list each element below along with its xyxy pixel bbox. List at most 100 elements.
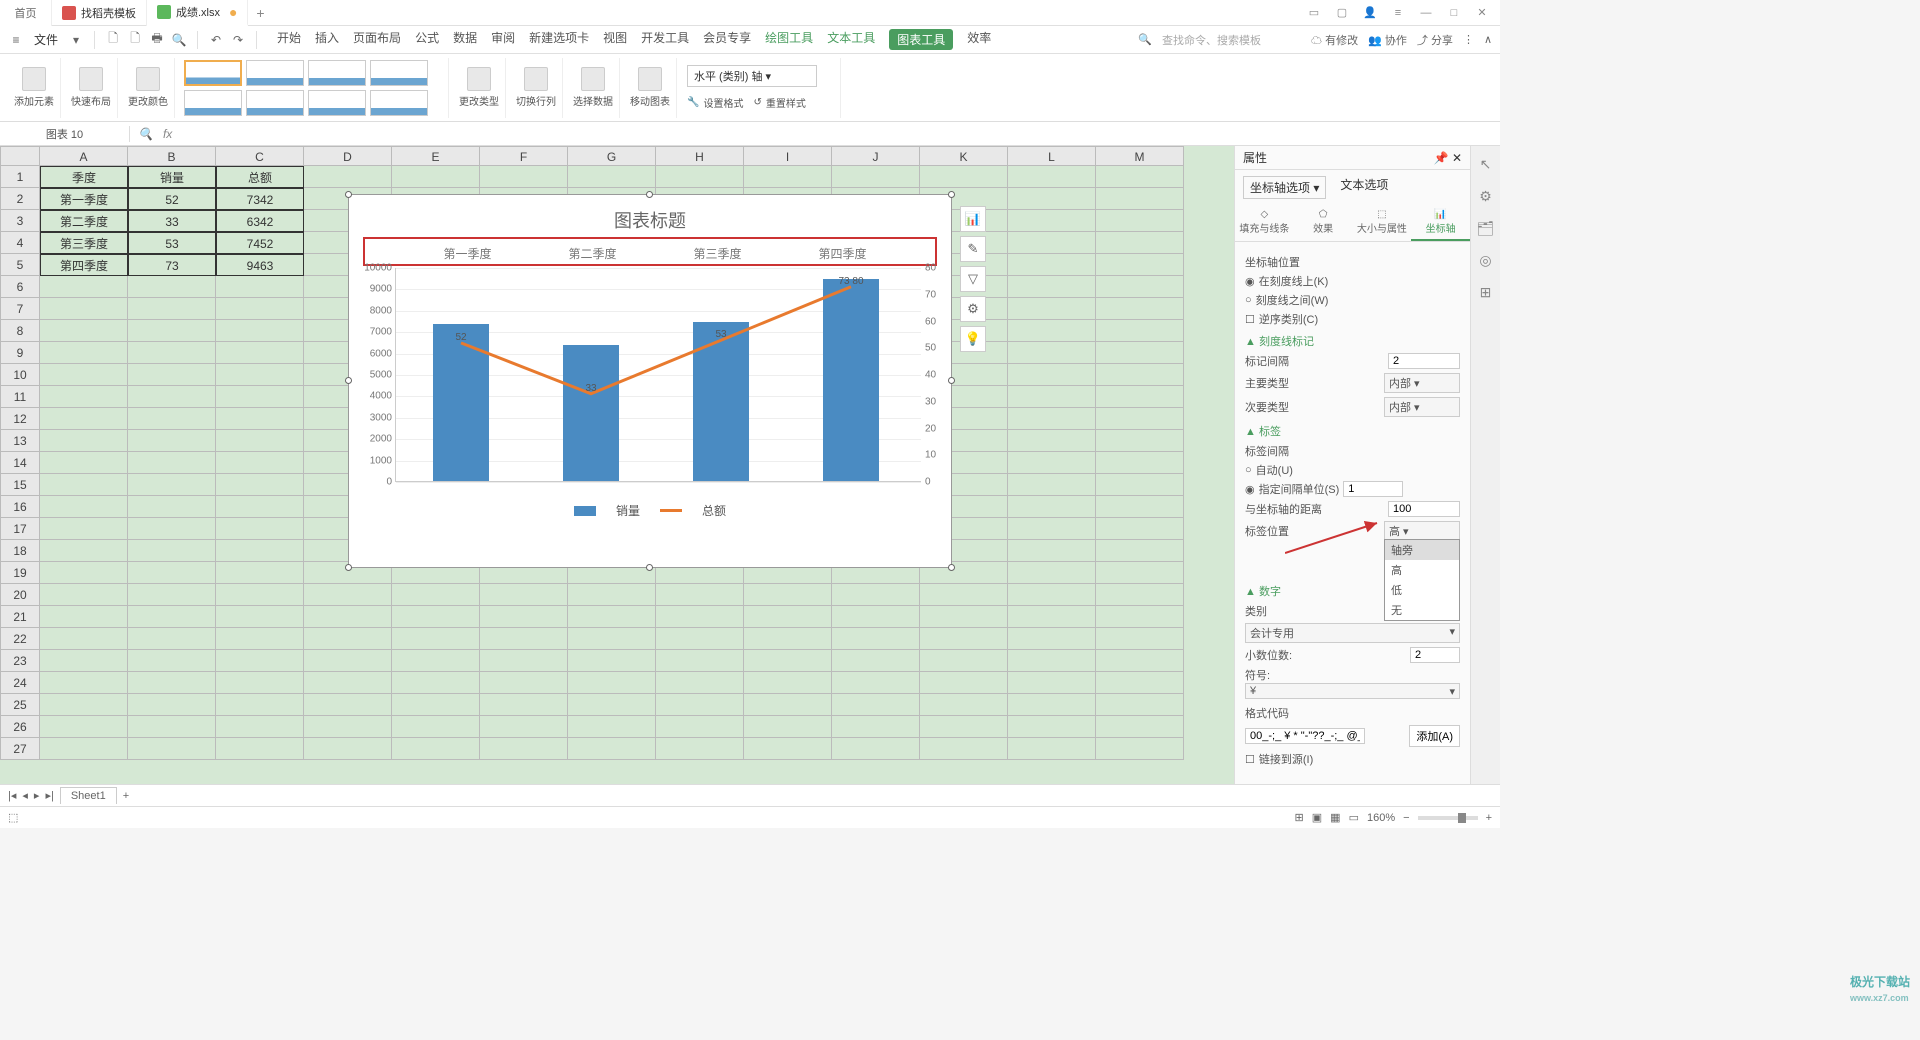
- plot-area[interactable]: 0100020003000400050006000700080009000100…: [395, 268, 921, 482]
- category-select[interactable]: 会计专用 ▾: [1245, 623, 1460, 643]
- search-icon[interactable]: 🔍: [1138, 33, 1152, 46]
- zoom-slider[interactable]: [1418, 816, 1478, 820]
- cell[interactable]: [1096, 298, 1184, 320]
- cell[interactable]: [40, 364, 128, 386]
- cell[interactable]: [656, 672, 744, 694]
- cell[interactable]: [128, 650, 216, 672]
- cell[interactable]: [480, 606, 568, 628]
- cell[interactable]: [304, 738, 392, 760]
- col-header[interactable]: F: [480, 146, 568, 166]
- cell[interactable]: [1096, 496, 1184, 518]
- cell[interactable]: [128, 342, 216, 364]
- row-header[interactable]: 10: [0, 364, 40, 386]
- tab-new[interactable]: 新建选项卡: [529, 29, 589, 50]
- label-pos-select[interactable]: 高 ▾: [1384, 521, 1460, 541]
- row-header[interactable]: 5: [0, 254, 40, 276]
- cell[interactable]: [304, 584, 392, 606]
- cell[interactable]: [480, 584, 568, 606]
- cell[interactable]: [1008, 518, 1096, 540]
- row-header[interactable]: 19: [0, 562, 40, 584]
- cell[interactable]: [1096, 166, 1184, 188]
- cell[interactable]: [656, 606, 744, 628]
- cell[interactable]: [216, 562, 304, 584]
- cell[interactable]: [128, 452, 216, 474]
- cell[interactable]: [832, 166, 920, 188]
- cell[interactable]: [392, 584, 480, 606]
- specify-input[interactable]: [1343, 481, 1403, 497]
- cell[interactable]: [40, 342, 128, 364]
- cell[interactable]: [40, 276, 128, 298]
- cell[interactable]: [1008, 672, 1096, 694]
- spreadsheet-grid[interactable]: ABCDEFGHIJKLM 12345678910111213141516171…: [0, 146, 1234, 784]
- cell[interactable]: [1096, 386, 1184, 408]
- cell[interactable]: [128, 716, 216, 738]
- tab-data[interactable]: 数据: [453, 29, 477, 50]
- cell[interactable]: [1096, 342, 1184, 364]
- cell[interactable]: 6342: [216, 210, 304, 232]
- select-icon[interactable]: ↖: [1476, 154, 1496, 174]
- row-header[interactable]: 9: [0, 342, 40, 364]
- cell[interactable]: [40, 672, 128, 694]
- cell[interactable]: [216, 606, 304, 628]
- cell[interactable]: [128, 606, 216, 628]
- cell[interactable]: [216, 342, 304, 364]
- col-header[interactable]: I: [744, 146, 832, 166]
- close-panel-icon[interactable]: ✕: [1452, 151, 1462, 165]
- quick-layout-group[interactable]: 快速布局: [65, 58, 118, 118]
- name-box[interactable]: 图表 10: [0, 126, 130, 142]
- row-header[interactable]: 11: [0, 386, 40, 408]
- fx-icon[interactable]: 🔍 fx: [130, 127, 180, 141]
- cell[interactable]: [128, 298, 216, 320]
- cell[interactable]: [40, 628, 128, 650]
- cell[interactable]: [480, 628, 568, 650]
- tab-review[interactable]: 审阅: [491, 29, 515, 50]
- row-header[interactable]: 13: [0, 430, 40, 452]
- cell[interactable]: [568, 650, 656, 672]
- section-labels[interactable]: ▲ 标签: [1245, 423, 1460, 439]
- chevron-icon[interactable]: ∧: [1484, 33, 1492, 46]
- dropdown-option[interactable]: 低: [1385, 580, 1459, 600]
- cell[interactable]: [1008, 540, 1096, 562]
- cell[interactable]: 第二季度: [40, 210, 128, 232]
- cell[interactable]: [1008, 628, 1096, 650]
- cell[interactable]: [832, 738, 920, 760]
- cell[interactable]: [480, 166, 568, 188]
- cell[interactable]: [392, 606, 480, 628]
- switch-rowcol-group[interactable]: 切换行列: [510, 58, 563, 118]
- tab-insert[interactable]: 插入: [315, 29, 339, 50]
- coop-button[interactable]: 👥 协作: [1368, 32, 1407, 48]
- cell[interactable]: [1008, 276, 1096, 298]
- cell[interactable]: [1096, 650, 1184, 672]
- cell[interactable]: [216, 276, 304, 298]
- cell[interactable]: 第一季度: [40, 188, 128, 210]
- cell[interactable]: 53: [128, 232, 216, 254]
- cell[interactable]: [568, 166, 656, 188]
- cell[interactable]: [392, 672, 480, 694]
- menu-icon[interactable]: ≡: [1388, 3, 1408, 23]
- cell[interactable]: [744, 738, 832, 760]
- cell[interactable]: [128, 672, 216, 694]
- grid-icon[interactable]: ▢: [1332, 3, 1352, 23]
- cell[interactable]: [216, 738, 304, 760]
- axis-options-tab[interactable]: 坐标轴选项 ▾: [1243, 176, 1326, 199]
- layout-icon[interactable]: ▭: [1304, 3, 1324, 23]
- cell[interactable]: [744, 716, 832, 738]
- axis-select[interactable]: 水平 (类别) 轴 ▾: [687, 65, 817, 87]
- select-all-corner[interactable]: [0, 146, 40, 166]
- cell[interactable]: [304, 628, 392, 650]
- style-thumb[interactable]: [246, 90, 304, 116]
- radio-between[interactable]: ○刻度线之间(W): [1245, 292, 1460, 308]
- cell[interactable]: [832, 584, 920, 606]
- cell[interactable]: [128, 474, 216, 496]
- cell[interactable]: [1008, 606, 1096, 628]
- cell[interactable]: [920, 738, 1008, 760]
- major-type-select[interactable]: 内部 ▾: [1384, 373, 1460, 393]
- select-data-group[interactable]: 选择数据: [567, 58, 620, 118]
- cell[interactable]: [480, 738, 568, 760]
- col-header[interactable]: C: [216, 146, 304, 166]
- cell[interactable]: [1096, 606, 1184, 628]
- cell[interactable]: [216, 430, 304, 452]
- cell[interactable]: [656, 650, 744, 672]
- zoom-in-button[interactable]: +: [1486, 812, 1492, 824]
- cell[interactable]: [128, 276, 216, 298]
